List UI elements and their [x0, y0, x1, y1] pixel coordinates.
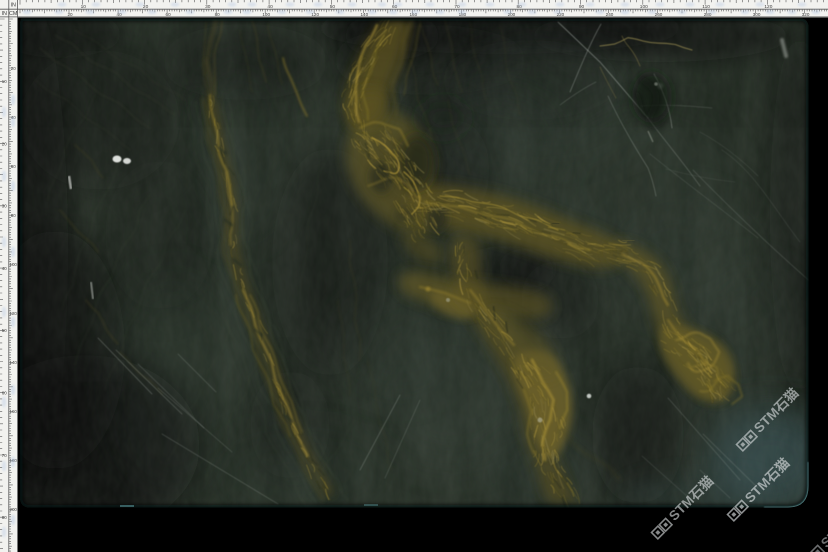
svg-text:60: 60: [166, 12, 172, 17]
svg-text:140: 140: [360, 12, 368, 17]
svg-text:320: 320: [802, 12, 810, 17]
svg-text:10: 10: [2, 79, 7, 84]
svg-text:70: 70: [2, 453, 7, 458]
svg-text:30: 30: [205, 4, 211, 10]
svg-text:100: 100: [262, 12, 270, 17]
svg-text:50: 50: [330, 4, 336, 10]
svg-text:110: 110: [702, 4, 710, 10]
svg-text:120: 120: [10, 311, 18, 316]
svg-text:IN: IN: [10, 3, 15, 9]
svg-text:20: 20: [2, 141, 7, 146]
svg-text:80: 80: [215, 12, 221, 17]
svg-text:CM: CM: [9, 11, 18, 17]
svg-text:300: 300: [753, 12, 761, 17]
svg-text:200: 200: [10, 507, 18, 512]
svg-text:40: 40: [2, 266, 7, 271]
svg-text:80: 80: [11, 213, 16, 218]
svg-text:60: 60: [11, 164, 16, 169]
svg-text:30: 30: [2, 204, 7, 209]
svg-text:50: 50: [2, 328, 7, 333]
svg-text:140: 140: [10, 360, 18, 365]
svg-text:80: 80: [2, 515, 7, 520]
svg-text:100: 100: [10, 262, 18, 267]
svg-text:20: 20: [67, 12, 73, 17]
svg-text:10: 10: [81, 4, 87, 10]
svg-text:120: 120: [764, 4, 772, 10]
svg-text:160: 160: [10, 409, 18, 414]
svg-text:40: 40: [267, 4, 273, 10]
svg-text:IN: IN: [1, 11, 6, 17]
svg-text:90: 90: [579, 4, 585, 10]
svg-text:240: 240: [606, 12, 614, 17]
svg-text:100: 100: [640, 4, 648, 10]
svg-text:60: 60: [2, 391, 7, 396]
svg-text:20: 20: [11, 66, 16, 71]
